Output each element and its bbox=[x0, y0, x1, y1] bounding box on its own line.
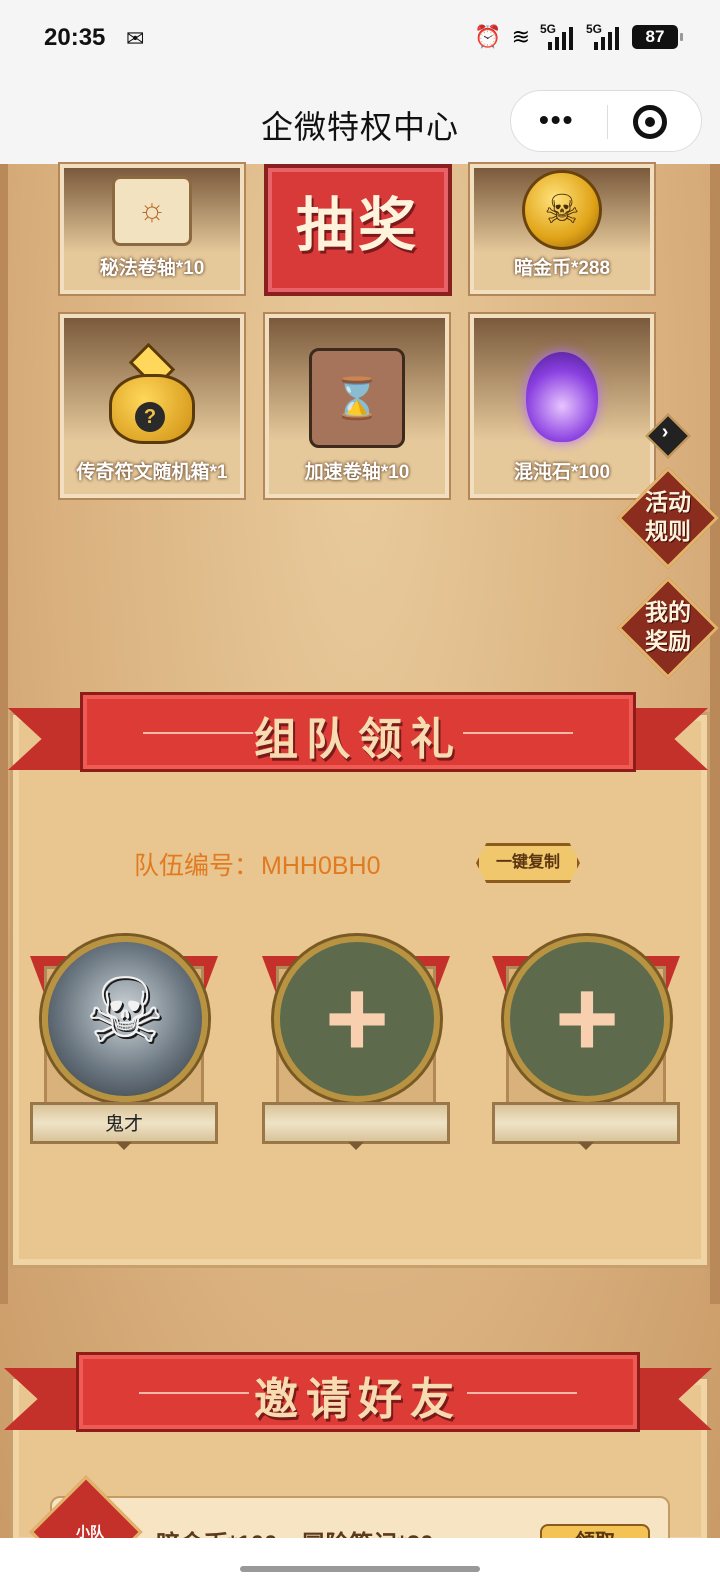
skull-avatar-icon: ☠ bbox=[84, 962, 166, 1062]
capsule-divider bbox=[607, 105, 608, 139]
prize-tile-hourglass: 加速卷轴*10 bbox=[265, 314, 449, 498]
nav-bar: 企微特权中心 ••• bbox=[0, 78, 720, 164]
dark-coin-icon bbox=[522, 170, 602, 250]
team-number: 队伍编号：MHH0BH0 bbox=[134, 846, 381, 882]
prize-tile-chaos-stone: 混沌石*100 bbox=[470, 314, 654, 498]
prize-label: 秘法卷轴*10 bbox=[99, 258, 205, 279]
rewards-line-1: 我的 bbox=[645, 599, 691, 625]
my-rewards-button[interactable]: 我的 奖励 bbox=[617, 577, 719, 679]
draw-label: 抽奖 bbox=[295, 193, 420, 258]
prize-tile-rune-bag: ? 传奇符文随机箱*1 bbox=[60, 314, 244, 498]
status-bar: 20:35 ✉ ⏰ ≋ 5G 5G 87 bbox=[0, 0, 720, 78]
prize-label: 暗金币*288 bbox=[513, 258, 611, 279]
signal-icon: 5G bbox=[540, 22, 576, 52]
team-slot-member: ☠ 鬼才 bbox=[30, 936, 218, 1156]
status-icons: ⏰ ≋ 5G 5G 87 bbox=[474, 22, 683, 52]
rewards-line-2: 奖励 bbox=[645, 628, 691, 654]
name-plate bbox=[262, 1102, 450, 1144]
invite-title: 邀请好友 bbox=[254, 1375, 462, 1424]
hourglass-scroll-icon bbox=[309, 348, 405, 448]
invite-ribbon: 邀请好友 bbox=[4, 1352, 712, 1438]
name-plate bbox=[492, 1102, 680, 1144]
battery-icon: 87 bbox=[632, 25, 683, 49]
name-plate: 鬼才 bbox=[30, 1102, 218, 1144]
close-target-icon[interactable] bbox=[633, 105, 667, 139]
status-time: 20:35 bbox=[44, 24, 106, 51]
member-name: 鬼才 bbox=[104, 1114, 143, 1135]
copy-button[interactable]: 一键复制 bbox=[476, 843, 580, 883]
alarm-icon: ⏰ bbox=[474, 24, 502, 49]
wifi-icon: ≋ bbox=[511, 24, 530, 49]
team-slot-empty[interactable]: + bbox=[492, 936, 680, 1156]
wechat-icon: ✉ bbox=[126, 26, 145, 51]
signal-icon-2: 5G bbox=[586, 22, 622, 52]
avatar: ☠ bbox=[42, 936, 208, 1102]
rune-bag-icon: ? bbox=[103, 342, 201, 448]
rules-line-1: 活动 bbox=[645, 489, 691, 515]
draw-button[interactable]: 抽奖 bbox=[264, 164, 452, 296]
rules-line-2: 规则 bbox=[645, 518, 691, 544]
team-slot-empty[interactable]: + bbox=[262, 936, 450, 1156]
plus-icon: + bbox=[554, 957, 620, 1080]
prize-tile-coin: 暗金币*288 bbox=[470, 164, 654, 294]
team-number-label: 队伍编号： bbox=[134, 852, 260, 880]
team-title: 组队领礼 bbox=[254, 715, 462, 764]
chaos-stone-icon bbox=[526, 352, 598, 442]
home-indicator-area bbox=[0, 1538, 720, 1584]
team-number-value: MHH0BH0 bbox=[261, 852, 381, 880]
invite-slot[interactable]: + bbox=[274, 936, 440, 1102]
prize-tile-scroll: 秘法卷轴*10 bbox=[60, 164, 244, 294]
more-icon[interactable]: ••• bbox=[539, 105, 574, 135]
plus-icon: + bbox=[324, 957, 390, 1080]
activity-rules-button[interactable]: 活动 规则 bbox=[617, 467, 719, 569]
scroll-icon bbox=[112, 176, 192, 246]
home-indicator[interactable] bbox=[240, 1566, 480, 1572]
mini-program-capsule: ••• bbox=[510, 90, 702, 152]
invite-slot[interactable]: + bbox=[504, 936, 670, 1102]
border-right bbox=[710, 164, 720, 1304]
prize-label: 加速卷轴*10 bbox=[304, 462, 410, 483]
prize-label: 传奇符文随机箱*1 bbox=[76, 462, 228, 483]
team-ribbon: 组队领礼 bbox=[8, 692, 708, 778]
border-left bbox=[0, 164, 8, 1304]
